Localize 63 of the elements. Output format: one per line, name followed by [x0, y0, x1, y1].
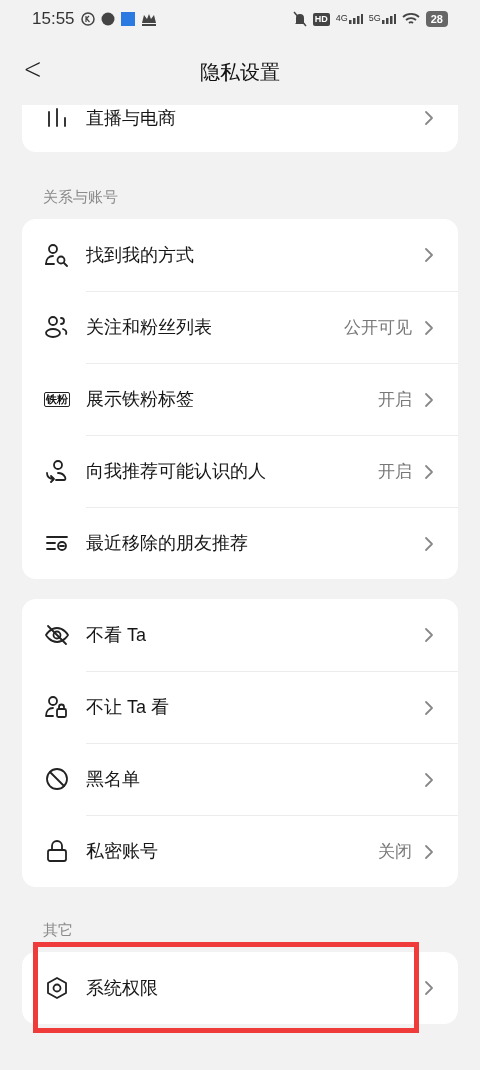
- chevron-right-icon: [424, 980, 434, 996]
- row-label: 不看 Ta: [86, 623, 147, 647]
- row-label: 黑名单: [86, 768, 141, 791]
- person-lock-icon: [44, 695, 70, 719]
- chevron-right-icon: [424, 627, 434, 643]
- settings-row[interactable]: 关注和粉丝列表 公开可见: [22, 291, 458, 363]
- badge-icon: 铁粉: [44, 391, 70, 407]
- network-type: 4G: [335, 14, 348, 23]
- battery-level: 28: [425, 11, 448, 27]
- chevron-right-icon: [424, 699, 434, 716]
- signal-icon: [348, 14, 363, 24]
- block-icon: [45, 767, 69, 791]
- row-label: 关注和粉丝列表: [86, 316, 213, 339]
- section-label: 关系与账号: [43, 186, 118, 207]
- row-label: 系统权限: [86, 976, 159, 1000]
- chevron-right-icon: [424, 247, 434, 263]
- row-label: 找到我的方式: [86, 243, 195, 267]
- section-label: 其它: [43, 919, 73, 940]
- chevron-right-icon: [424, 463, 434, 480]
- bars-icon: [45, 106, 69, 130]
- chevron-right-icon: [424, 110, 434, 126]
- signal-icon: [381, 14, 396, 24]
- row-label: 最近移除的朋友推荐: [86, 532, 249, 555]
- wifi-icon: [401, 12, 420, 26]
- back-button[interactable]: <: [23, 54, 42, 84]
- people-icon: [44, 315, 70, 339]
- settings-row[interactable]: 铁粉 展示铁粉标签 开启: [22, 363, 458, 435]
- row-label: 展示铁粉标签: [86, 388, 195, 411]
- row-value: 公开可见: [344, 316, 412, 339]
- person-search-icon: [44, 243, 70, 267]
- row-value: 开启: [378, 460, 412, 483]
- chevron-right-icon: [424, 535, 434, 552]
- chevron-right-icon: [424, 391, 434, 408]
- lock-icon: [45, 839, 69, 863]
- settings-row[interactable]: 私密账号 关闭: [22, 815, 458, 887]
- circle-letter-icon: [80, 12, 95, 26]
- round-app-icon: [100, 12, 115, 26]
- row-value: 开启: [378, 388, 412, 411]
- page-title: 隐私设置: [200, 59, 280, 85]
- settings-row[interactable]: 不让 Ta 看: [22, 671, 458, 743]
- clock-time: 15:55: [32, 8, 75, 31]
- eye-off-icon: [44, 623, 70, 647]
- settings-row[interactable]: 直播与电商: [22, 105, 458, 152]
- row-label: 直播与电商: [86, 106, 177, 130]
- chevron-right-icon: [424, 771, 434, 788]
- row-value: 关闭: [378, 840, 412, 863]
- settings-row[interactable]: 最近移除的朋友推荐: [22, 507, 458, 579]
- settings-row[interactable]: 找到我的方式: [22, 219, 458, 291]
- row-label: 向我推荐可能认识的人: [86, 460, 267, 483]
- settings-row[interactable]: 不看 Ta: [22, 599, 458, 671]
- hexagon-settings-icon: [45, 976, 69, 1000]
- chevron-right-icon: [424, 843, 434, 860]
- settings-row[interactable]: 系统权限: [22, 952, 458, 1024]
- network-type: 5G: [368, 14, 381, 23]
- row-label: 不让 Ta 看: [86, 696, 170, 719]
- hd-badge: HD: [312, 12, 330, 26]
- square-app-icon: [120, 12, 135, 26]
- settings-row[interactable]: 黑名单: [22, 743, 458, 815]
- mute-icon: [292, 11, 307, 27]
- row-label: 私密账号: [86, 840, 159, 863]
- chevron-right-icon: [424, 319, 434, 336]
- crown-icon: [140, 12, 157, 26]
- settings-row[interactable]: 向我推荐可能认识的人 开启: [22, 435, 458, 507]
